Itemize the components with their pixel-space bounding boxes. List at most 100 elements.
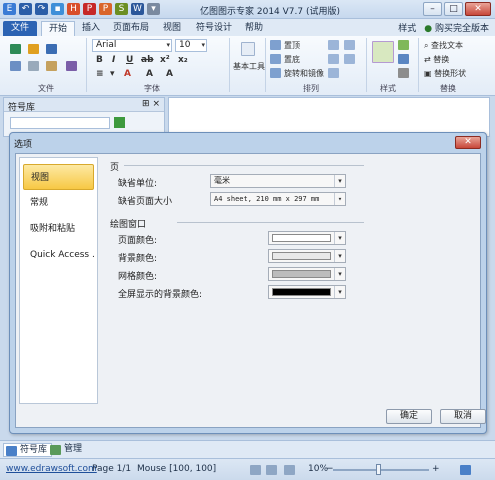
cancel-button[interactable]: 取消 xyxy=(440,409,486,424)
tab-insert[interactable]: 插入 xyxy=(78,21,104,36)
chevron-down-icon: ▾ xyxy=(334,286,345,298)
page-color-label: 页面颜色: xyxy=(118,236,158,246)
svg-export-icon[interactable]: S xyxy=(115,3,128,15)
size-icon[interactable] xyxy=(344,54,355,64)
symbol-search-input[interactable] xyxy=(10,117,110,129)
page-color-picker[interactable]: ▾ xyxy=(268,231,346,245)
group-divider xyxy=(418,38,419,92)
buy-full-version-link[interactable]: ● 购买完全版本 xyxy=(424,21,489,34)
group-icon[interactable] xyxy=(328,54,339,64)
pdf-export-icon[interactable]: P xyxy=(83,3,96,15)
fit-page-icon[interactable] xyxy=(266,465,277,475)
view-settings: 页 缺省单位: 毫米 ▾ 缺省页面大小 A4 sheet, 210 mm x 29… xyxy=(102,157,476,404)
align-icon[interactable]: ≡ xyxy=(96,69,104,79)
group-label-replace: 替换 xyxy=(440,84,456,93)
fullscreen-bg-color-picker[interactable]: ▾ xyxy=(268,285,346,299)
redo-icon[interactable]: ↷ xyxy=(35,3,48,15)
font-size-select[interactable]: 10 ▾ xyxy=(175,39,207,52)
protect-icon[interactable] xyxy=(328,68,339,78)
zoom-out-icon[interactable]: − xyxy=(326,464,334,474)
tab-view[interactable]: 视图 xyxy=(160,21,184,36)
find-text-button[interactable]: ⌕ 查找文本 xyxy=(424,40,463,51)
underline-icon[interactable]: U xyxy=(126,55,133,65)
website-link[interactable]: www.edrawsoft.com xyxy=(6,464,97,474)
fit-window-icon[interactable] xyxy=(460,465,471,475)
more-icon[interactable]: ▾ xyxy=(147,3,160,15)
font-color-icon[interactable]: A xyxy=(124,69,131,79)
tab-manage[interactable]: 管理 xyxy=(48,443,82,457)
distribute-icon[interactable] xyxy=(344,40,355,50)
style-menu[interactable]: 样式 xyxy=(398,21,416,34)
zoom-slider-thumb[interactable] xyxy=(376,464,381,475)
fullscreen-icon[interactable] xyxy=(284,465,295,475)
format-painter-icon[interactable] xyxy=(66,61,77,71)
group-divider xyxy=(86,38,87,92)
status-bar: www.edrawsoft.com Page 1/1 Mouse [100, 1… xyxy=(0,458,495,480)
replace-button[interactable]: ⇄ 替换 xyxy=(424,54,449,65)
nav-snap-paste[interactable]: 吸附和粘贴 xyxy=(23,216,94,242)
page-size-select[interactable]: A4 sheet, 210 mm x 297 mm ▾ xyxy=(210,192,346,206)
zoom-slider-track[interactable] xyxy=(333,469,429,471)
text-size-icon[interactable]: A xyxy=(146,69,153,79)
tab-help[interactable]: 帮助 xyxy=(242,21,266,36)
library-icon xyxy=(6,446,17,456)
undo-icon[interactable]: ↶ xyxy=(19,3,32,15)
tab-symbol-library[interactable]: 符号库 xyxy=(3,443,53,457)
ok-button[interactable]: 确定 xyxy=(386,409,432,424)
tab-page-layout[interactable]: 页面布局 xyxy=(110,21,152,36)
line-icon[interactable] xyxy=(398,54,409,64)
app-logo-icon[interactable]: E xyxy=(3,3,16,15)
zoom-level: 10% xyxy=(308,464,329,474)
text-direction-icon[interactable]: ▾ xyxy=(110,69,115,79)
tab-home[interactable]: 开始 xyxy=(41,21,75,36)
fullscreen-bg-color-label: 全屏显示的背景颜色: xyxy=(118,290,203,300)
maximize-button[interactable]: □ xyxy=(444,2,463,16)
chevron-down-icon: ▾ xyxy=(334,232,345,244)
unit-select[interactable]: 毫米 ▾ xyxy=(210,174,346,188)
panel-pin-close[interactable]: ⊞ × xyxy=(142,99,160,109)
quick-style-icon[interactable] xyxy=(372,41,394,63)
subscript-icon[interactable]: x₂ xyxy=(178,55,188,65)
pointer-tool-icon[interactable] xyxy=(241,42,255,56)
bold-icon[interactable]: B xyxy=(96,55,103,65)
save-icon[interactable] xyxy=(46,44,57,54)
italic-icon[interactable]: I xyxy=(112,55,115,65)
new-icon[interactable]: ▪ xyxy=(51,3,64,15)
open-folder-icon[interactable] xyxy=(28,44,39,54)
nav-quick-access[interactable]: Quick Access ... xyxy=(23,242,94,268)
layout-icon[interactable] xyxy=(250,465,261,475)
dialog-close-button[interactable]: ✕ xyxy=(455,136,481,149)
minimize-button[interactable]: – xyxy=(423,2,442,16)
grid-color-picker[interactable]: ▾ xyxy=(268,267,346,281)
background-color-picker[interactable]: ▾ xyxy=(268,249,346,263)
search-go-icon[interactable] xyxy=(114,117,125,128)
tab-file[interactable]: 文件 xyxy=(3,21,37,36)
basic-tools-button[interactable]: 基本工具 xyxy=(233,61,265,72)
send-to-back-button[interactable]: 置底 xyxy=(284,54,300,65)
font-name-select[interactable]: Arial ▾ xyxy=(92,39,172,52)
drawing-canvas[interactable] xyxy=(168,97,490,137)
style-menu-label: 样式 xyxy=(398,24,417,34)
zoom-in-icon[interactable]: + xyxy=(432,464,440,474)
paste-icon[interactable] xyxy=(46,61,57,71)
superscript-icon[interactable]: x² xyxy=(160,55,170,65)
replace-shape-button[interactable]: ▣ 替换形状 xyxy=(424,68,466,79)
copy-icon[interactable] xyxy=(28,61,39,71)
word-export-icon[interactable]: W xyxy=(131,3,144,15)
align-shapes-icon[interactable] xyxy=(328,40,339,50)
print-icon[interactable] xyxy=(10,61,21,71)
ppt-export-icon[interactable]: P xyxy=(99,3,112,15)
bring-to-front-button[interactable]: 置顶 xyxy=(284,40,300,51)
buy-label: 购买完全版本 xyxy=(434,24,489,34)
clear-format-icon[interactable]: A xyxy=(166,69,173,79)
nav-view[interactable]: 视图 xyxy=(23,164,94,190)
strikethrough-icon[interactable]: ab xyxy=(141,55,154,65)
nav-general[interactable]: 常规 xyxy=(23,190,94,216)
html-export-icon[interactable]: H xyxy=(67,3,80,15)
fill-icon[interactable] xyxy=(398,40,409,50)
rotate-mirror-button[interactable]: 旋转和镜像 xyxy=(284,68,324,79)
new-doc-icon[interactable] xyxy=(10,44,21,54)
shadow-icon[interactable] xyxy=(398,68,409,78)
tab-symbol-design[interactable]: 符号设计 xyxy=(194,21,234,36)
close-window-button[interactable]: ✕ xyxy=(465,2,491,16)
